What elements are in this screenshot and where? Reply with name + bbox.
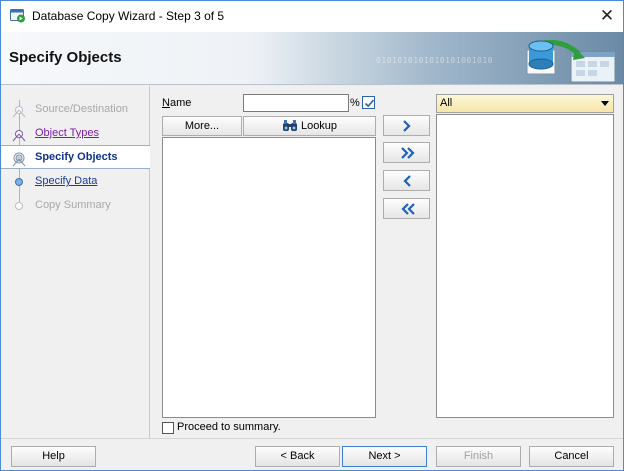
nav-step-copy-summary: Copy Summary (1, 194, 150, 218)
nav-step-label[interactable]: Specify Data (35, 175, 97, 187)
app-icon (10, 9, 26, 23)
proceed-to-summary-checkbox[interactable] (162, 422, 174, 434)
close-icon[interactable]: ✕ (595, 5, 619, 27)
more-button[interactable]: More... (162, 116, 242, 136)
nav-step-object-types[interactable]: Object Types (1, 122, 150, 146)
move-all-right-button[interactable] (383, 142, 430, 163)
move-all-left-button[interactable] (383, 198, 430, 219)
nav-step-specify-data[interactable]: Specify Data (1, 170, 150, 194)
selected-objects-list[interactable] (436, 114, 614, 418)
wizard-window: Database Copy Wizard - Step 3 of 5 ✕ Spe… (0, 0, 624, 471)
step-marker-icon (11, 125, 29, 143)
binoculars-icon (282, 120, 297, 131)
wizard-step-nav: Source/Destination Object Types Specify … (1, 86, 150, 438)
help-button[interactable]: Help (11, 446, 96, 467)
name-label: Name (162, 97, 191, 109)
nav-step-label: Specify Objects (35, 151, 118, 163)
move-right-button[interactable] (383, 115, 430, 136)
back-button[interactable]: < Back (255, 446, 340, 467)
nav-step-label: Copy Summary (35, 199, 111, 211)
object-type-dropdown[interactable]: All (436, 94, 614, 113)
name-label-mnemonic: N (162, 97, 170, 109)
double-chevron-left-icon (401, 203, 415, 215)
dropdown-arrow-icon (601, 101, 609, 106)
next-button[interactable]: Next > (342, 446, 427, 467)
wildcard-percent-label: % (350, 97, 360, 109)
footer-divider (1, 438, 623, 439)
name-label-rest: ame (169, 97, 192, 109)
lookup-button-label: Lookup (300, 120, 338, 132)
available-objects-list[interactable] (162, 137, 376, 418)
window-title: Database Copy Wizard - Step 3 of 5 (32, 9, 225, 23)
database-copy-graphic-icon (519, 34, 619, 84)
cancel-button[interactable]: Cancel (529, 446, 614, 467)
check-icon (364, 99, 375, 108)
header-banner: Specify Objects 0101010101010101001010 (1, 32, 623, 85)
lookup-button[interactable]: Lookup (243, 116, 376, 136)
name-filter-input[interactable] (243, 94, 349, 112)
proceed-to-summary-label[interactable]: Proceed to summary. (177, 421, 281, 433)
step-marker-icon (11, 101, 29, 119)
banner-binary-decoration: 0101010101010101001010 (376, 56, 493, 65)
finish-button: Finish (436, 446, 521, 467)
current-step-icon (11, 149, 29, 167)
title-bar: Database Copy Wizard - Step 3 of 5 ✕ (1, 1, 623, 32)
nav-step-label: Source/Destination (35, 103, 128, 115)
wildcard-checkbox[interactable] (362, 96, 375, 109)
chevron-right-icon (403, 120, 411, 132)
step-marker-icon (11, 197, 29, 215)
page-title: Specify Objects (9, 49, 122, 66)
nav-step-label[interactable]: Object Types (35, 127, 99, 139)
dropdown-selected-value: All (440, 97, 453, 109)
nav-step-source-destination: Source/Destination (1, 98, 150, 122)
move-left-button[interactable] (383, 170, 430, 191)
chevron-left-icon (403, 175, 411, 187)
step-marker-icon (11, 173, 29, 191)
double-chevron-right-icon (401, 147, 415, 159)
nav-step-specify-objects[interactable]: Specify Objects (1, 145, 150, 169)
